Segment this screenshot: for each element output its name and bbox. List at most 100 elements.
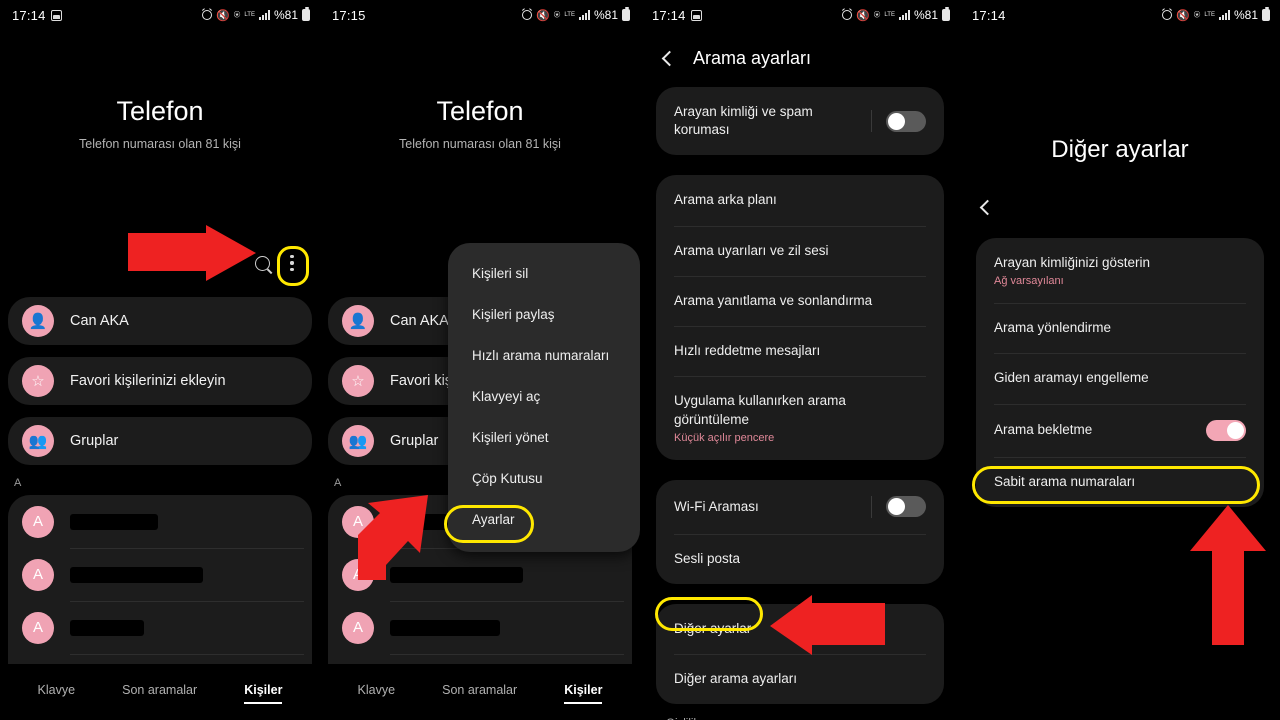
status-bar-left: 17:14 (652, 8, 702, 23)
avatar-initial: A (352, 619, 363, 636)
table-row[interactable]: A (8, 601, 312, 654)
group-icon: 👥 (348, 432, 368, 450)
status-bar-right: 🔇 ⍟ LTE %81 (202, 7, 310, 22)
settings-card-other-list: Arayan kimliğinizi gösterin Ağ varsayıla… (976, 238, 1264, 507)
back-chevron-icon[interactable] (661, 50, 678, 67)
list-item[interactable]: ☆ Favori kişilerinizi ekleyin (8, 357, 312, 405)
list-item[interactable]: 👤 Can AKA (8, 297, 312, 345)
redacted-name (70, 513, 158, 530)
signal-icon (1218, 10, 1230, 20)
avatar: A (22, 611, 54, 644)
list-item-label: Can AKA (70, 313, 129, 329)
setting-row-arama-yanitlama[interactable]: Arama yanıtlama ve sonlandırma (656, 275, 944, 326)
setting-label: Sabit arama numaraları (994, 473, 1136, 489)
wifi-icon: ⍟ (233, 8, 241, 21)
avatar: 👥 (342, 425, 374, 457)
setting-label: Giden aramayı engelleme (994, 370, 1149, 386)
back-row (960, 164, 1280, 218)
tab-klavye[interactable]: Klavye (358, 683, 396, 702)
mute-icon: 🔇 (216, 9, 230, 22)
redacted-name (70, 619, 144, 636)
overflow-menu-button[interactable] (282, 250, 302, 276)
setting-row-wifi-aramasi[interactable]: Wi-Fi Araması (656, 480, 944, 534)
menu-item-hizli-arama-numaralari[interactable]: Hızlı arama numaraları (448, 335, 640, 376)
status-bar-left: 17:14 (972, 8, 1006, 23)
photo-icon (690, 9, 702, 21)
battery-icon (302, 7, 310, 21)
status-bar-right: 🔇 ⍟ LTE %81 (522, 7, 630, 22)
list-item[interactable]: 👥 Gruplar (8, 417, 312, 465)
battery-percent: %81 (593, 8, 618, 22)
wifi-icon: ⍟ (873, 8, 881, 21)
status-time: 17:14 (652, 7, 686, 23)
status-bar-right: 🔇 ⍟ LTE %81 (842, 7, 950, 22)
table-row[interactable]: A (8, 548, 312, 601)
status-bar-right: 🔇 ⍟ LTE %81 (1162, 7, 1270, 22)
setting-label: Sesli posta (674, 550, 741, 566)
toggle-wrap (871, 495, 926, 518)
menu-item-klavyeyi-ac[interactable]: Klavyeyi aç (448, 376, 640, 417)
page-title: Telefon (116, 96, 204, 126)
menu-item-cop-kutusu[interactable]: Çöp Kutusu (448, 458, 640, 499)
setting-row-caller-id-spam[interactable]: Arayan kimliği ve spam koruması (656, 87, 944, 155)
setting-row-hizli-reddetme[interactable]: Hızlı reddetme mesajları (656, 326, 944, 376)
avatar: ☆ (342, 365, 374, 397)
settings-body: Arayan kimliğinizi gösterin Ağ varsayıla… (960, 238, 1280, 507)
setting-label: Wi-Fi Araması (674, 498, 759, 514)
setting-row-arayan-kimligi-gosterin[interactable]: Arayan kimliğinizi gösterin Ağ varsayıla… (976, 238, 1264, 303)
setting-row-uygulama-arama-goruntuleme[interactable]: Uygulama kullanırken arama görüntüleme K… (656, 376, 944, 459)
avatar-initial: A (32, 513, 43, 530)
status-bar-left: 17:15 (332, 8, 366, 23)
setting-row-arama-bekletme[interactable]: Arama bekletme (976, 403, 1264, 457)
setting-row-sesli-posta[interactable]: Sesli posta (656, 533, 944, 584)
setting-row-arama-uyarilari[interactable]: Arama uyarıları ve zil sesi (656, 225, 944, 276)
setting-row-giden-aramayi-engelleme[interactable]: Giden aramayı engelleme (976, 353, 1264, 403)
avatar-initial: A (32, 619, 43, 636)
mute-icon: 🔇 (856, 9, 870, 22)
battery-icon (622, 7, 630, 21)
alarm-icon (1162, 10, 1173, 20)
network-type-icon: LTE (884, 12, 895, 18)
toggle-call-waiting[interactable] (1206, 419, 1246, 441)
tab-klavye[interactable]: Klavye (38, 683, 76, 702)
setting-row-diger-arama-ayarlari[interactable]: Diğer arama ayarları (656, 654, 944, 704)
toggle-wrap (871, 110, 926, 133)
setting-row-sabit-arama-numaralari[interactable]: Sabit arama numaraları (976, 456, 1264, 507)
status-bar: 17:15 🔇 ⍟ LTE %81 (320, 0, 640, 30)
battery-percent: %81 (913, 8, 938, 22)
setting-label: Arayan kimliği ve spam koruması (674, 104, 813, 138)
toggle-wifi-calling[interactable] (886, 496, 926, 518)
menu-item-kisileri-sil[interactable]: Kişileri sil (448, 253, 640, 294)
arrow-to-ayarlar (358, 495, 428, 580)
setting-row-arama-yonlendirme[interactable]: Arama yönlendirme (976, 303, 1264, 353)
tab-kisiler[interactable]: Kişiler (564, 683, 603, 704)
tab-son-aramalar[interactable]: Son aramalar (442, 683, 517, 702)
setting-text-block: Arayan kimliğinizi gösterin Ağ varsayıla… (994, 254, 1150, 287)
toggle-knob (888, 498, 905, 516)
setting-sublabel: Ağ varsayılanı (994, 275, 1064, 288)
section-letter: A (14, 477, 22, 489)
signal-icon (898, 10, 910, 20)
mute-icon: 🔇 (1176, 9, 1190, 22)
page-title: Diğer ayarlar (1051, 136, 1189, 163)
tab-son-aramalar[interactable]: Son aramalar (122, 683, 197, 702)
back-chevron-icon[interactable] (979, 199, 996, 216)
menu-item-kisileri-paylas[interactable]: Kişileri paylaş (448, 294, 640, 335)
mute-icon: 🔇 (536, 9, 550, 22)
table-row[interactable]: A (328, 601, 632, 654)
setting-row-arama-arka-plani[interactable]: Arama arka planı (656, 175, 944, 225)
avatar: 👥 (22, 425, 54, 457)
settings-card-wifi: Wi-Fi Araması Sesli posta (656, 479, 944, 584)
avatar: 👤 (22, 305, 54, 337)
wifi-icon: ⍟ (1193, 8, 1201, 21)
panel-contacts: 17:14 🔇 ⍟ LTE %81 Telefon Telefon numara… (0, 0, 320, 720)
list-item-label: Gruplar (70, 433, 119, 449)
avatar: ☆ (22, 365, 54, 397)
toggle-caller-id-spam[interactable] (886, 110, 926, 132)
table-row[interactable]: A (8, 495, 312, 548)
tab-kisiler[interactable]: Kişiler (244, 683, 283, 704)
menu-item-kisileri-yonet[interactable]: Kişileri yönet (448, 417, 640, 458)
setting-label: Arama uyarıları ve zil sesi (674, 242, 829, 258)
